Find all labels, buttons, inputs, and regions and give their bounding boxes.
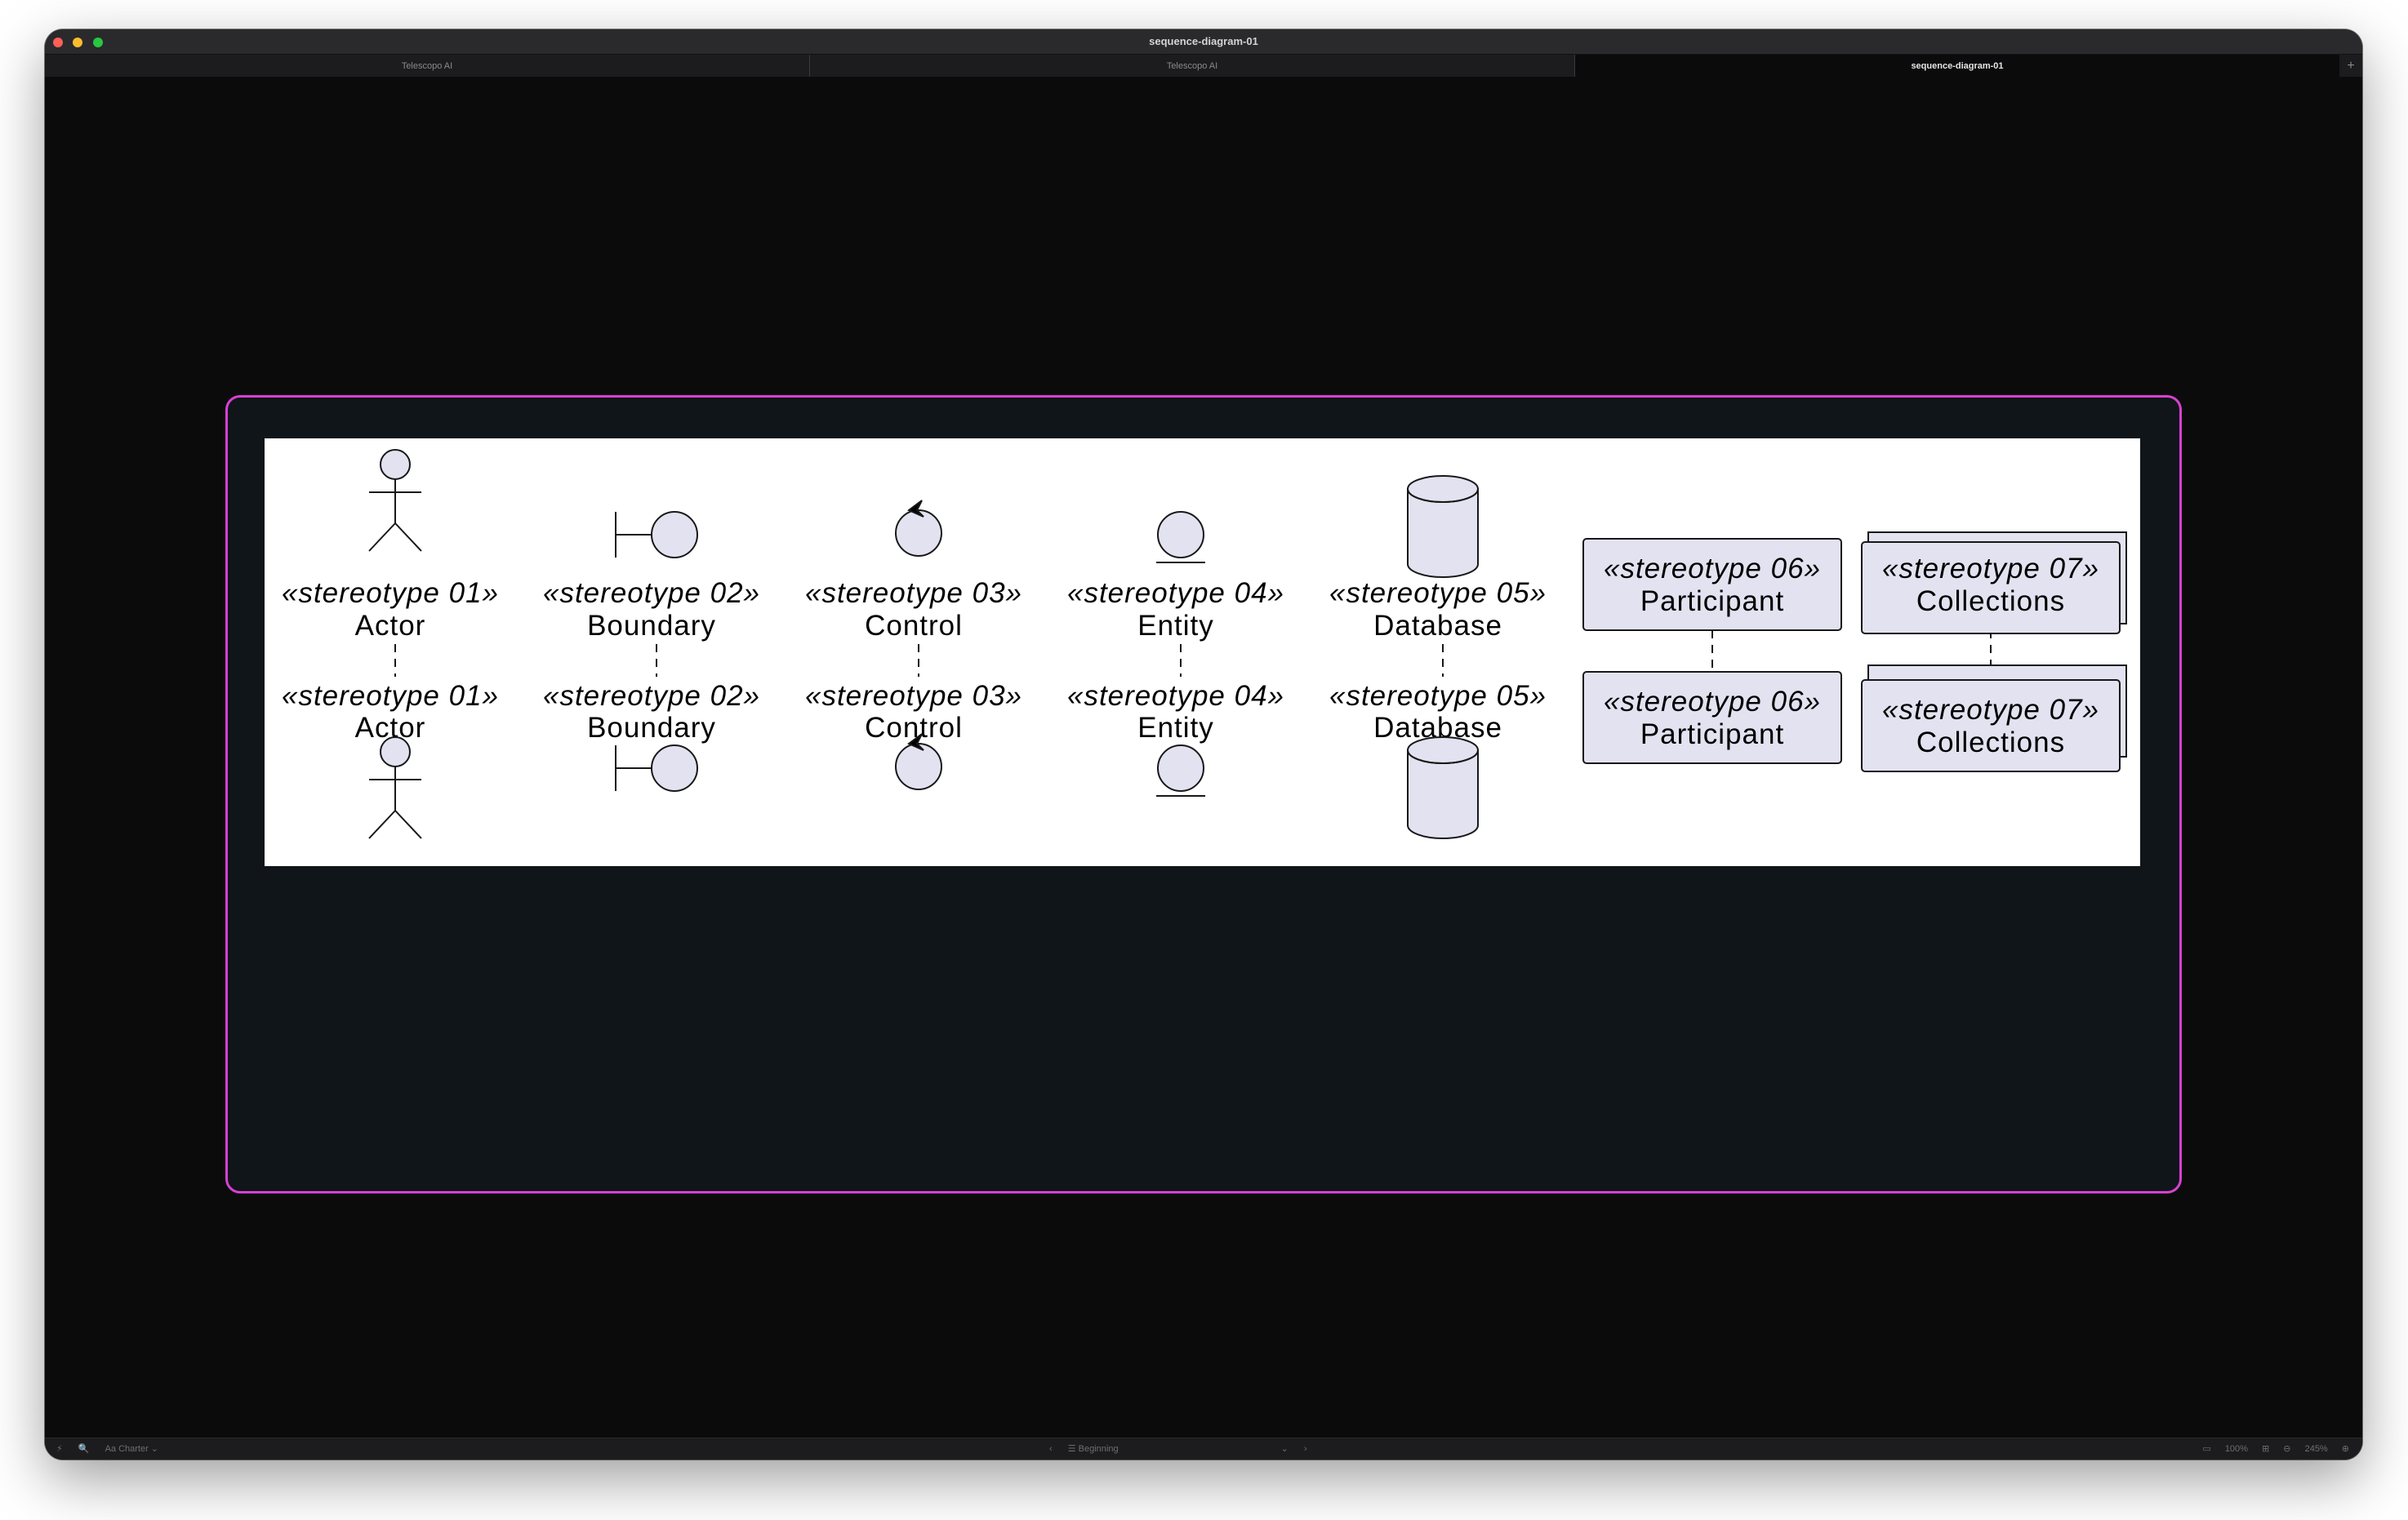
maximize-window-button[interactable] xyxy=(92,38,103,47)
database-stereotype-bottom: «stereotype 05» xyxy=(1329,680,1547,712)
control-name-top: Control xyxy=(865,610,963,642)
boundary-name-top: Boundary xyxy=(587,610,716,642)
traffic-lights xyxy=(53,37,109,51)
prev-section-button[interactable]: ‹ xyxy=(1049,1438,1053,1460)
control-stereotype-bottom: «stereotype 03» xyxy=(805,680,1022,712)
zoom-label: 245% xyxy=(2304,1444,2328,1454)
tab-telescopo-1[interactable]: Telescopo AI xyxy=(45,55,810,78)
entity-name-top: Entity xyxy=(1137,610,1214,642)
editor-viewport: «stereotype 01» Actor «stereotype 01» Actor… xyxy=(45,77,2362,1460)
entity-stereotype-top: «stereotype 04» xyxy=(1067,577,1284,609)
database-stereotype-top: «stereotype 05» xyxy=(1329,577,1547,609)
collections-name-top: Collections xyxy=(1916,585,2065,617)
participant-stereotype-bottom: «stereotype 06» xyxy=(1604,686,1821,718)
entity-name-bottom: Entity xyxy=(1137,712,1214,744)
status-left: ⚡ 🔍 Aa Charter ⌄ xyxy=(56,1438,171,1460)
bolt-icon[interactable]: ⚡ xyxy=(56,1438,63,1460)
collections-stereotype-top: «stereotype 07» xyxy=(1882,553,2099,584)
participant-name-top: Participant xyxy=(1640,585,1784,617)
section-dropdown-icon[interactable]: ⌄ xyxy=(1281,1438,1289,1460)
diagram-canvas: «stereotype 01»Actor«stereotype 01»Actor… xyxy=(265,438,2140,866)
tab-sequence-diagram[interactable]: sequence-diagram-01 xyxy=(1575,55,2339,78)
collections-stereotype-bottom: «stereotype 07» xyxy=(1882,694,2099,726)
boundary-name-bottom: Boundary xyxy=(587,712,716,744)
actor-stereotype-bottom: «stereotype 01» xyxy=(282,680,499,712)
actor-name-top: Actor xyxy=(355,610,426,642)
app-window: sequence-diagram-01 Telescopo AI Telesco… xyxy=(45,29,2362,1460)
control-name-bottom: Control xyxy=(865,712,963,744)
minimize-window-button[interactable] xyxy=(73,38,83,47)
database-icon-top xyxy=(1407,475,1479,578)
next-section-button[interactable]: › xyxy=(1304,1438,1307,1460)
title-bar: sequence-diagram-01 xyxy=(45,29,2362,54)
close-window-button[interactable] xyxy=(53,38,63,47)
search-icon[interactable]: 🔍 xyxy=(78,1438,90,1460)
zoom-in-icon[interactable]: ⊕ xyxy=(2342,1438,2349,1460)
boundary-stereotype-bottom: «stereotype 02» xyxy=(543,680,760,712)
window-title: sequence-diagram-01 xyxy=(1149,35,1258,47)
status-bar: ⚡ 🔍 Aa Charter ⌄ ‹ ☰ Beginning ⌄ › ▭ 100… xyxy=(45,1438,2362,1460)
font-picker[interactable]: Aa Charter ⌄ xyxy=(105,1438,158,1460)
section-selector[interactable]: ☰ Beginning xyxy=(1068,1438,1119,1460)
zoom-out-icon[interactable]: ⊖ xyxy=(2283,1438,2290,1460)
database-icon-bottom xyxy=(1407,736,1479,839)
tab-telescopo-2[interactable]: Telescopo AI xyxy=(810,55,1575,78)
tab-bar: Telescopo AI Telescopo AI sequence-diagr… xyxy=(45,54,2362,78)
fit-zoom-label: 100% xyxy=(2224,1444,2248,1454)
fit-view-icon[interactable]: ▭ xyxy=(2202,1438,2210,1460)
database-name-top: Database xyxy=(1373,610,1502,642)
sequence-diagram: «stereotype 01» Actor «stereotype 01» Actor… xyxy=(265,438,2140,866)
participant-stereotype-top: «stereotype 06» xyxy=(1604,553,1821,584)
collections-name-bottom: Collections xyxy=(1916,727,2065,758)
boundary-stereotype-top: «stereotype 02» xyxy=(543,577,760,609)
status-right: ▭ 100% ⊞ ⊖ 245% ⊕ xyxy=(2191,1438,2349,1460)
entity-stereotype-bottom: «stereotype 04» xyxy=(1067,680,1284,712)
expand-view-icon[interactable]: ⊞ xyxy=(2262,1438,2269,1460)
actor-stereotype-top: «stereotype 01» xyxy=(282,577,499,609)
new-tab-button[interactable]: + xyxy=(2339,55,2362,78)
status-center: ‹ ☰ Beginning ⌄ › xyxy=(1049,1438,1320,1460)
diagram-background xyxy=(265,438,2140,866)
control-stereotype-top: «stereotype 03» xyxy=(805,577,1022,609)
participant-name-bottom: Participant xyxy=(1640,718,1784,750)
